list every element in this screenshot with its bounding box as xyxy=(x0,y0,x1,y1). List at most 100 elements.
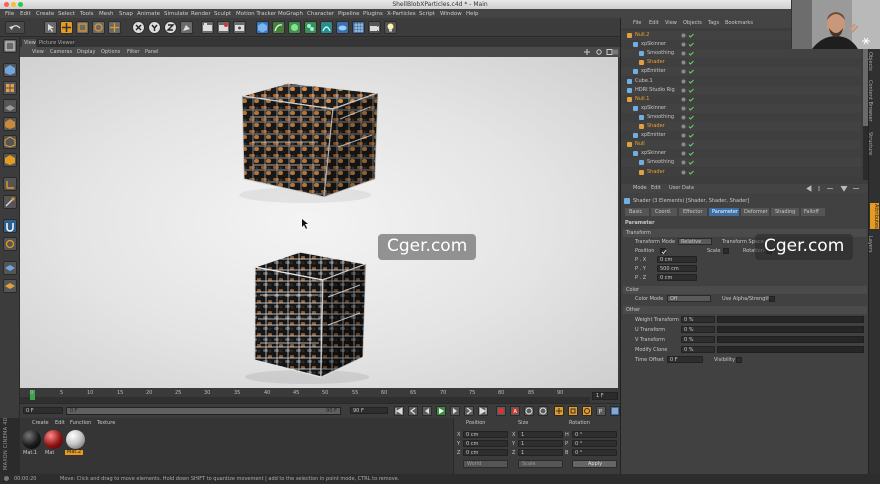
mat-menu-texture[interactable]: Texture xyxy=(97,421,115,426)
material-swatch-mat[interactable] xyxy=(44,430,63,449)
rotation-b-field[interactable]: 0 ° xyxy=(572,449,617,456)
workplane-mode-icon[interactable] xyxy=(3,99,17,113)
material-swatch-mat2[interactable] xyxy=(66,430,85,449)
key-scale-icon[interactable] xyxy=(568,406,578,416)
key-parameter-icon[interactable]: P xyxy=(596,406,606,416)
visibility-toggle-icon[interactable] xyxy=(681,88,695,93)
weight-transform-slider[interactable] xyxy=(717,316,864,323)
make-editable-icon[interactable] xyxy=(3,39,17,53)
position-key-icon[interactable] xyxy=(538,406,548,416)
menu-simulate[interactable]: Simulate xyxy=(164,11,188,17)
menu-mograph[interactable]: MoGraph xyxy=(278,11,303,17)
prev-frame-icon[interactable] xyxy=(422,406,432,416)
scene-environment-icon[interactable] xyxy=(336,21,349,34)
object-row[interactable]: xpSkinner xyxy=(621,149,861,159)
menu-file[interactable]: File xyxy=(5,11,14,17)
position-checkbox[interactable] xyxy=(660,248,667,255)
transform-mode-dropdown[interactable]: Relative xyxy=(678,238,712,245)
visibility-toggle-icon[interactable] xyxy=(681,51,695,56)
color-group-header[interactable]: Color xyxy=(623,286,867,294)
om-menu-edit[interactable]: Edit xyxy=(649,20,659,26)
subdivision-surface-icon[interactable] xyxy=(288,21,301,34)
object-row[interactable]: Cube.1 xyxy=(621,76,861,86)
om-menu-file[interactable]: File xyxy=(633,20,641,26)
v-transform-field[interactable]: 0 % xyxy=(681,336,715,343)
end-frame-field[interactable]: 90 F xyxy=(350,407,388,414)
start-frame-field[interactable]: 0 F xyxy=(23,407,63,414)
recent-tools-icon[interactable] xyxy=(108,21,121,34)
current-frame-field[interactable]: 1 F xyxy=(592,392,618,400)
vp-menu-display[interactable]: Display xyxy=(77,50,95,55)
visibility-toggle-icon[interactable] xyxy=(681,115,695,120)
mat-menu-function[interactable]: Function xyxy=(70,421,91,426)
modify-clone-field[interactable]: 0 % xyxy=(681,346,715,353)
menu-pipeline[interactable]: Pipeline xyxy=(338,11,360,17)
mograph-cloner-icon[interactable] xyxy=(304,21,317,34)
menu-create[interactable]: Create xyxy=(36,11,54,17)
planar-workplane-icon[interactable] xyxy=(3,261,17,275)
time-offset-field[interactable]: 0 F xyxy=(667,356,703,363)
visibility-toggle-icon[interactable] xyxy=(681,106,695,111)
rotation-h-field[interactable]: 0 ° xyxy=(572,431,617,438)
visibility-toggle-icon[interactable] xyxy=(681,151,695,157)
u-transform-field[interactable]: 0 % xyxy=(681,326,715,333)
x-axis-lock-icon[interactable] xyxy=(132,21,145,34)
size-mode-dropdown[interactable]: Scale xyxy=(518,460,563,468)
tab-basic[interactable]: Basic xyxy=(625,208,649,216)
modify-clone-slider[interactable] xyxy=(717,346,864,353)
u-transform-slider[interactable] xyxy=(717,326,864,333)
rotate-tool-icon[interactable] xyxy=(92,21,105,34)
next-key-icon[interactable] xyxy=(464,406,474,416)
object-row[interactable]: Smoothing xyxy=(621,49,861,59)
side-tab-content-browser[interactable]: Content Browser xyxy=(867,80,873,122)
menu-character[interactable]: Character xyxy=(307,11,334,17)
visibility-toggle-icon[interactable] xyxy=(681,124,695,129)
rotation-p-field[interactable]: 0 ° xyxy=(572,440,617,447)
menu-tools[interactable]: Tools xyxy=(80,11,94,17)
visibility-toggle-icon[interactable] xyxy=(681,42,695,47)
menu-edit[interactable]: Edit xyxy=(20,11,31,17)
am-menu-mode[interactable]: Mode xyxy=(633,186,647,191)
object-row[interactable]: Null xyxy=(621,140,861,150)
object-row[interactable]: Shader xyxy=(621,167,861,177)
deformer-icon[interactable] xyxy=(320,21,333,34)
px-field[interactable]: 0 cm xyxy=(657,256,697,263)
tab-deformer[interactable]: Deformer xyxy=(741,208,769,216)
3d-viewport[interactable]: Cger.com xyxy=(20,57,618,388)
menu-plugins[interactable]: Plugins xyxy=(363,11,383,17)
om-menu-tags[interactable]: Tags xyxy=(708,20,719,26)
position-z-field[interactable]: 0 cm xyxy=(463,449,508,456)
apply-button[interactable]: Apply xyxy=(572,460,617,468)
record-active-objects-icon[interactable] xyxy=(496,406,506,416)
z-axis-lock-icon[interactable] xyxy=(164,21,177,34)
spline-pen-icon[interactable] xyxy=(272,21,285,34)
scale-tool-icon[interactable] xyxy=(76,21,89,34)
menu-snap[interactable]: Snap xyxy=(119,11,133,17)
tweak-mode-icon[interactable] xyxy=(3,195,17,209)
preview-range-slider[interactable]: 0 F 90 F xyxy=(66,407,341,415)
points-mode-icon[interactable] xyxy=(3,117,17,131)
weight-transform-field[interactable]: 0 % xyxy=(681,316,715,323)
goto-start-icon[interactable] xyxy=(394,406,404,416)
om-menu-view[interactable]: View xyxy=(665,20,677,26)
visibility-toggle-icon[interactable] xyxy=(681,33,695,38)
enable-axis-icon[interactable] xyxy=(3,177,17,191)
vp-menu-cameras[interactable]: Cameras xyxy=(50,50,72,55)
next-frame-icon[interactable] xyxy=(450,406,460,416)
model-mode-icon[interactable] xyxy=(3,63,17,77)
prev-key-icon[interactable] xyxy=(408,406,418,416)
visibility-toggle-icon[interactable] xyxy=(681,170,695,175)
coordinate-system-icon[interactable] xyxy=(180,21,193,34)
side-tab-layers[interactable]: Layers xyxy=(867,236,873,253)
menu-render[interactable]: Render xyxy=(191,11,211,17)
render-view-icon[interactable] xyxy=(201,21,214,34)
undo-button[interactable] xyxy=(5,21,25,34)
size-z-field[interactable]: 1 xyxy=(518,449,563,456)
tab-effector[interactable]: Effector xyxy=(679,208,707,216)
object-row[interactable]: Shader xyxy=(621,58,861,68)
scale-checkbox[interactable] xyxy=(723,248,729,254)
position-x-field[interactable]: 0 cm xyxy=(463,431,508,438)
visibility-toggle-icon[interactable] xyxy=(681,133,695,138)
tab-falloff[interactable]: Falloff xyxy=(801,208,825,216)
other-group-header[interactable]: Other xyxy=(623,306,867,314)
